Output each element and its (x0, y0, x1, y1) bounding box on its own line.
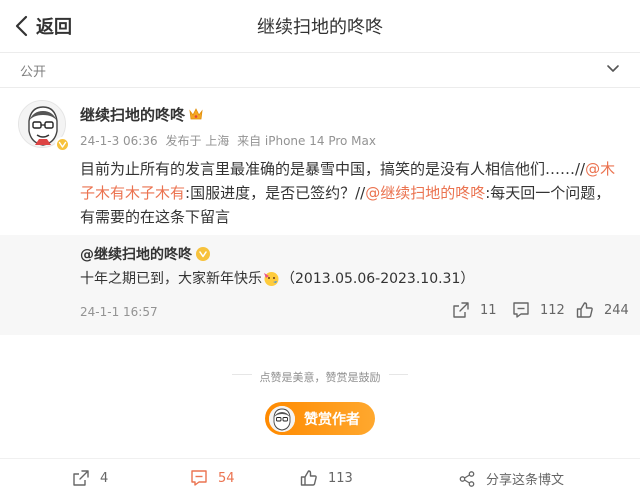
thumbs-up-icon (300, 470, 317, 486)
repost-date: 24-1-1 16:57 (80, 305, 158, 319)
post-body: 目前为止所有的发言里最准确的是暴雪中国，搞笑的是没有人相信他们……//@木子木有… (80, 157, 620, 229)
verified-badge-icon (55, 137, 70, 152)
chevron-left-icon (15, 15, 28, 37)
repost-share-count: 11 (480, 302, 497, 318)
page-title: 继续扫地的咚咚 (257, 17, 383, 38)
crown-icon (189, 108, 203, 120)
repost-text-b: （2013.05.06-2023.10.31） (281, 271, 475, 287)
back-label: 返回 (36, 17, 72, 38)
repost-share-button[interactable]: 11 (452, 301, 497, 319)
share-icon (73, 470, 89, 486)
visibility-label: 公开 (20, 65, 47, 80)
comment-count: 54 (218, 470, 235, 486)
post-location: 发布于 上海 (165, 134, 230, 148)
share-post-button[interactable]: 分享这条博文 (458, 469, 564, 488)
party-face-emoji-icon (264, 271, 279, 286)
repost-text-a: 十年之期已到，大家新年快乐 (80, 271, 262, 287)
comment-button[interactable]: 54 (190, 469, 235, 487)
repost-text: 十年之期已到，大家新年快乐 （2013.05.06-2023.10.31） (80, 268, 474, 288)
repost-card[interactable]: @继续扫地的咚咚 十年之期已到，大家新年快乐 （2013.05.06-2023.… (0, 235, 640, 335)
top-bar: 返回 继续扫地的咚咚 (0, 0, 640, 52)
reward-tip: 点赞是美意，赞赏是鼓励 (0, 366, 640, 385)
author-name[interactable]: 继续扫地的咚咚 (80, 104, 185, 125)
thumbs-up-icon (576, 302, 593, 318)
repost-comment-count: 112 (540, 302, 565, 318)
share-nodes-icon (459, 470, 475, 487)
avatar (269, 405, 295, 432)
mention-link[interactable]: @继续扫地的咚咚 (365, 184, 485, 202)
post-source: 来自 iPhone 14 Pro Max (237, 134, 376, 148)
repost-like-button[interactable]: 244 (576, 301, 629, 319)
repost-author[interactable]: @继续扫地的咚咚 (80, 244, 192, 264)
verified-badge-icon (196, 247, 210, 261)
repost-like-count: 244 (604, 302, 629, 318)
reward-tip-text: 点赞是美意，赞赏是鼓励 (251, 371, 389, 384)
post-date: 24-1-3 06:36 (80, 134, 158, 148)
repost-comment-button[interactable]: 112 (512, 301, 565, 319)
comment-icon (513, 302, 529, 318)
visibility-selector[interactable]: 公开 (0, 53, 640, 87)
share-post-label: 分享这条博文 (486, 473, 565, 488)
post-meta: 24-1-3 06:36 发布于 上海 来自 iPhone 14 Pro Max (80, 132, 380, 149)
reward-author-button[interactable]: 赞赏作者 (265, 402, 375, 435)
back-button[interactable]: 返回 (14, 12, 72, 40)
like-count: 113 (328, 470, 353, 486)
share-button[interactable]: 4 (72, 469, 108, 487)
share-icon (453, 302, 469, 318)
like-button[interactable]: 113 (300, 469, 353, 487)
post-text-part: :国服进度，是否已签约？// (185, 184, 366, 202)
avatar-illustration-icon (269, 405, 295, 432)
post-text-part: 目前为止所有的发言里最准确的是暴雪中国，搞笑的是没有人相信他们……// (80, 160, 586, 178)
divider (0, 87, 640, 88)
comment-icon (191, 470, 207, 486)
reward-button-label: 赞赏作者 (304, 411, 360, 428)
share-count: 4 (100, 470, 109, 486)
bottom-action-bar: 4 54 113 分享这条博文 (0, 458, 640, 494)
chevron-down-icon (607, 65, 619, 72)
